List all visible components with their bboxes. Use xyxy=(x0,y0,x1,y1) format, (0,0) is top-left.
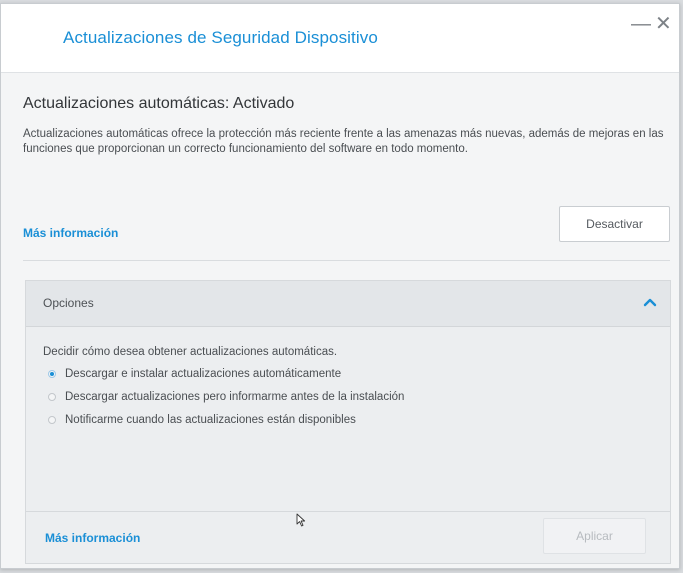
chevron-up-icon[interactable] xyxy=(640,292,660,312)
radio-label: Notificarme cuando las actualizaciones e… xyxy=(65,414,356,426)
options-more-info-link[interactable]: Más información xyxy=(45,531,140,545)
mouse-pointer-icon xyxy=(296,513,306,527)
radio-button[interactable] xyxy=(48,416,56,424)
window-title: Actualizaciones de Seguridad Dispositivo xyxy=(63,28,378,47)
main-content: Actualizaciones automáticas: Activado Ac… xyxy=(1,72,679,569)
auto-updates-heading: Actualizaciones automáticas: Activado xyxy=(23,95,295,112)
auto-updates-description: Actualizaciones automáticas ofrece la pr… xyxy=(23,128,664,155)
minimize-button[interactable]: — xyxy=(631,14,651,34)
close-button[interactable]: ✕ xyxy=(655,14,672,34)
options-label: Opciones xyxy=(43,296,94,310)
radio-option-install-automatically[interactable]: Descargar e instalar actualizaciones aut… xyxy=(48,368,341,380)
radio-option-notify-available[interactable]: Notificarme cuando las actualizaciones e… xyxy=(48,414,356,426)
radio-label: Descargar actualizaciones pero informarm… xyxy=(65,391,405,403)
title-bar: Actualizaciones de Seguridad Dispositivo… xyxy=(1,4,679,73)
options-header[interactable]: Opciones xyxy=(26,281,670,327)
divider xyxy=(23,260,670,261)
radio-label: Descargar e instalar actualizaciones aut… xyxy=(65,368,342,380)
options-footer: Más información Aplicar xyxy=(26,511,670,564)
radio-button-selected[interactable] xyxy=(48,370,56,378)
options-prompt: Decidir cómo desea obtener actualizacion… xyxy=(43,346,338,358)
radio-button[interactable] xyxy=(48,393,56,401)
apply-button[interactable]: Aplicar xyxy=(543,518,646,554)
more-info-link[interactable]: Más información xyxy=(23,226,118,240)
radio-option-notify-before-install[interactable]: Descargar actualizaciones pero informarm… xyxy=(48,391,404,403)
security-updates-window: Actualizaciones de Seguridad Dispositivo… xyxy=(0,3,680,569)
options-panel: Opciones Decidir cómo desea obtener actu… xyxy=(25,280,671,564)
deactivate-button[interactable]: Desactivar xyxy=(559,206,670,242)
